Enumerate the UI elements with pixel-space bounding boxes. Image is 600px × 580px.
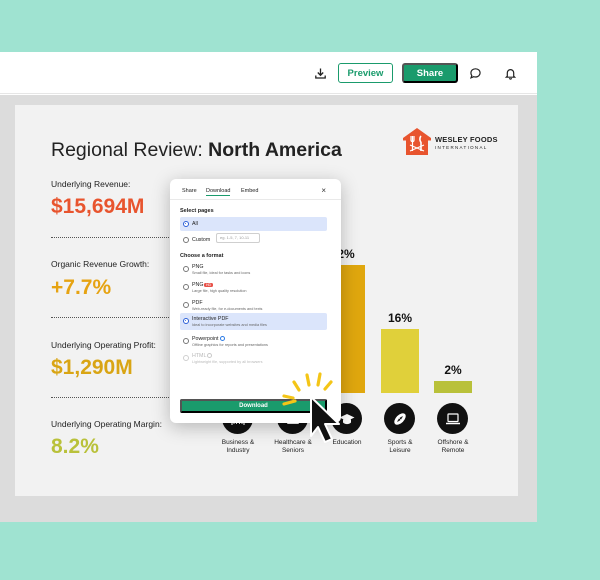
format-option-png-hd[interactable]: PNG HD Large file, high quality resolutio… [180,280,327,297]
page-option-label: All [192,221,198,227]
logo-subtitle: INTERNATIONAL [435,144,488,150]
radio-icon[interactable] [183,338,189,344]
format-name: HTML [192,353,207,359]
sector-label-offshore-remote: Offshore & Remote [427,439,479,455]
preview-button[interactable]: Preview [338,63,393,83]
laptop-icon [437,403,468,434]
metric-value-profit: $1,290M [51,356,133,379]
metric-value-growth: +7.7% [51,276,112,299]
sector-label-line: Remote [441,447,465,455]
custom-pages-input[interactable]: eg. 1-5, 7, 10-11 [216,233,260,243]
info-icon [207,353,213,359]
wesley-foods-logo-icon [403,128,431,155]
metric-value-margin: 8.2% [51,435,99,458]
radio-icon [183,355,189,361]
metric-label-margin: Underlying Operating Margin: [51,419,163,429]
metric-label-profit: Underlying Operating Profit: [51,340,156,350]
divider [51,317,179,318]
format-description: Offline graphics for reports and present… [192,343,268,347]
football-icon [384,403,415,434]
close-icon[interactable]: × [321,186,326,195]
slide-title: Regional Review: North America [51,139,342,162]
radio-icon[interactable] [183,221,189,227]
bar-offshore-remote [434,381,472,393]
format-option-png[interactable]: PNG Small file, ideal for tasks and icon… [180,262,327,279]
format-description: Ideal to incorporate websites and media … [192,323,267,327]
radio-icon[interactable] [183,266,189,272]
format-description: Small file, ideal for tasks and icons [192,271,251,275]
info-icon[interactable] [219,336,225,342]
format-description: Lightweight file, supported by all brows… [192,360,263,364]
logo-name: WESLEY FOODS [435,135,498,144]
comment-icon[interactable] [466,64,484,82]
divider [51,397,179,398]
top-toolbar: Preview Share [0,52,537,94]
dialog-divider [170,199,341,200]
format-description: Large file, high quality resolution [192,289,247,293]
sector-label-line: Business & [221,439,255,446]
bar-value-label-offshore-remote: 2% [444,363,462,377]
bar-sports-leisure [381,329,419,393]
divider [51,237,179,238]
tab-embed[interactable]: Embed [241,188,258,194]
tab-share[interactable]: Share [182,188,197,194]
select-pages-heading: Select pages [180,208,214,214]
metric-label-revenue: Underlying Revenue: [51,179,131,189]
sector-label-line: Offshore & [437,439,469,446]
sector-label-line: Industry [226,447,250,455]
format-option-html: HTML Lightweight file, supported by all … [180,351,327,368]
page-option-label: Custom [192,237,211,243]
hd-badge: HD [204,282,213,287]
choose-format-heading: Choose a format [180,253,224,259]
title-prefix: Regional Review: [51,139,209,161]
radio-icon[interactable] [183,318,189,324]
radio-icon[interactable] [183,237,189,243]
format-name: Interactive PDF [192,316,229,322]
format-option-powerpoint[interactable]: Powerpoint Offline graphics for reports … [180,334,327,351]
format-name: Powerpoint [192,336,219,342]
bell-icon[interactable] [501,64,519,82]
format-name: PNG [192,282,204,288]
sector-label-line: Sports & [387,439,413,446]
sector-label-line: Leisure [389,447,411,455]
radio-icon[interactable] [183,284,189,290]
sector-label-business-industry: Business & Industry [212,439,264,455]
format-name: PNG [192,264,204,270]
page-option-all[interactable]: All [180,217,327,231]
format-description: Web-ready file, for e-documents and text… [192,307,263,311]
tab-download[interactable]: Download [206,188,231,196]
format-name: PDF [192,300,203,306]
radio-icon[interactable] [183,302,189,308]
share-button[interactable]: Share [402,63,458,83]
metric-label-growth: Organic Revenue Growth: [51,259,150,269]
cursor-arrow-icon [310,396,340,443]
metric-value-revenue: $15,694M [51,195,145,218]
bar-value-label-sports-leisure: 16% [387,311,413,325]
download-icon[interactable] [311,64,329,82]
sector-label-sports-leisure: Sports & Leisure [374,439,426,455]
format-option-interactive-pdf[interactable]: Interactive PDF Ideal to incorporate web… [180,313,327,330]
title-region: North America [208,139,342,161]
logo-text: WESLEY FOODS INTERNATIONAL [435,136,498,150]
